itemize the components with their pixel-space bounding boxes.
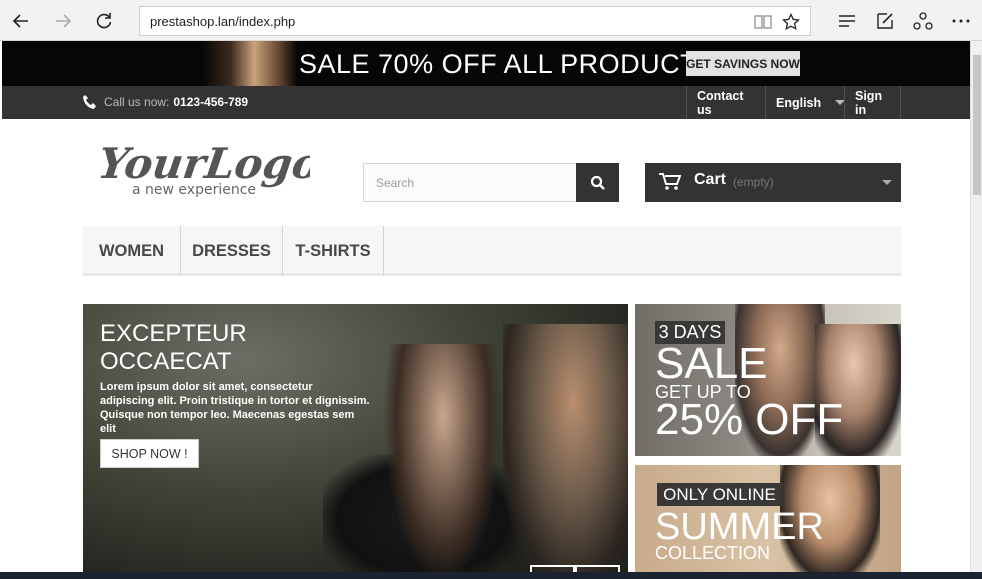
phone-number: 0123-456-789 [173, 95, 249, 109]
promo-badge: ONLY ONLINE [657, 483, 782, 506]
search-icon [590, 175, 605, 190]
store-logo[interactable]: YourLogo a new experience [95, 138, 324, 200]
sign-in-link[interactable]: Sign in [844, 86, 901, 119]
banner-text: SALE 70% OFF ALL PRODUCTS [299, 49, 716, 79]
chevron-down-icon [882, 180, 892, 185]
phone-info: Call us now: 0123-456-789 [82, 94, 248, 110]
menu-item-women[interactable]: WOMEN [83, 226, 181, 276]
language-label: English [776, 95, 822, 110]
browser-toolbar: prestashop.lan/index.php [0, 0, 982, 41]
more-icon[interactable] [948, 8, 974, 34]
get-savings-button[interactable]: GET SAVINGS NOW [686, 51, 800, 76]
promo-offer: 25% OFF [655, 395, 844, 444]
menu-item-dresses[interactable]: DRESSES [181, 226, 283, 276]
menu-item-tshirts[interactable]: T-SHIRTS [283, 226, 384, 276]
contact-us-link[interactable]: Contact us [686, 86, 765, 119]
scrollbar-thumb[interactable] [973, 55, 981, 195]
slide-photo-woman [383, 344, 503, 579]
slide-photo-man [503, 324, 628, 579]
logo-tagline: a new experience [132, 182, 256, 198]
language-selector[interactable]: English [765, 86, 846, 119]
favorite-star-icon[interactable] [780, 11, 802, 33]
cart-button[interactable]: Cart (empty) [645, 163, 901, 202]
main-menu: WOMEN DRESSES T-SHIRTS [83, 226, 901, 276]
sale-banner[interactable]: SALE 70% OFF ALL PRODUCTS GET SAVINGS NO… [2, 41, 970, 86]
forward-icon[interactable] [50, 8, 76, 34]
promo-headline: SALE [655, 339, 768, 388]
shop-now-button[interactable]: SHOP NOW ! [100, 439, 199, 468]
cart-label: Cart [694, 171, 727, 188]
hub-icon[interactable] [834, 8, 860, 34]
web-note-icon[interactable] [872, 8, 898, 34]
promo-subtext: COLLECTION [655, 543, 771, 563]
share-icon[interactable] [910, 8, 936, 34]
promo-headline: SUMMER [655, 506, 824, 548]
sale-promo-banner[interactable]: 3 DAYS SALE GET UP TO 25% OFF [635, 304, 901, 456]
search-input[interactable]: Search [363, 163, 577, 202]
cart-status: (empty) [733, 175, 774, 189]
banner-model-image [202, 41, 297, 86]
slide-description: Lorem ipsum dolor sit amet, consectetur … [100, 381, 370, 435]
call-label: Call us now: [104, 95, 170, 109]
reading-view-icon[interactable] [752, 11, 774, 33]
search-button[interactable] [576, 163, 619, 202]
url-text: prestashop.lan/index.php [150, 14, 296, 29]
homepage-slider[interactable]: EXCEPTEUR OCCAECAT Lorem ipsum dolor sit… [83, 304, 628, 579]
cart-icon [659, 173, 681, 190]
back-icon[interactable] [8, 8, 34, 34]
page-scrollbar[interactable] [970, 41, 982, 579]
header-nav: Call us now: 0123-456-789 Contact us Eng… [2, 86, 970, 119]
browser-window: prestashop.lan/index.php SALE 70% OFF AL… [0, 0, 982, 579]
refresh-icon[interactable] [91, 8, 117, 34]
os-taskbar [0, 572, 982, 579]
phone-icon [83, 95, 96, 109]
slide-title: EXCEPTEUR OCCAECAT [100, 320, 247, 375]
search-placeholder: Search [376, 176, 415, 190]
summer-promo-banner[interactable]: ONLY ONLINE SUMMER COLLECTION [635, 465, 901, 579]
logo-text: YourLogo [100, 138, 310, 188]
address-bar[interactable]: prestashop.lan/index.php [139, 6, 811, 36]
